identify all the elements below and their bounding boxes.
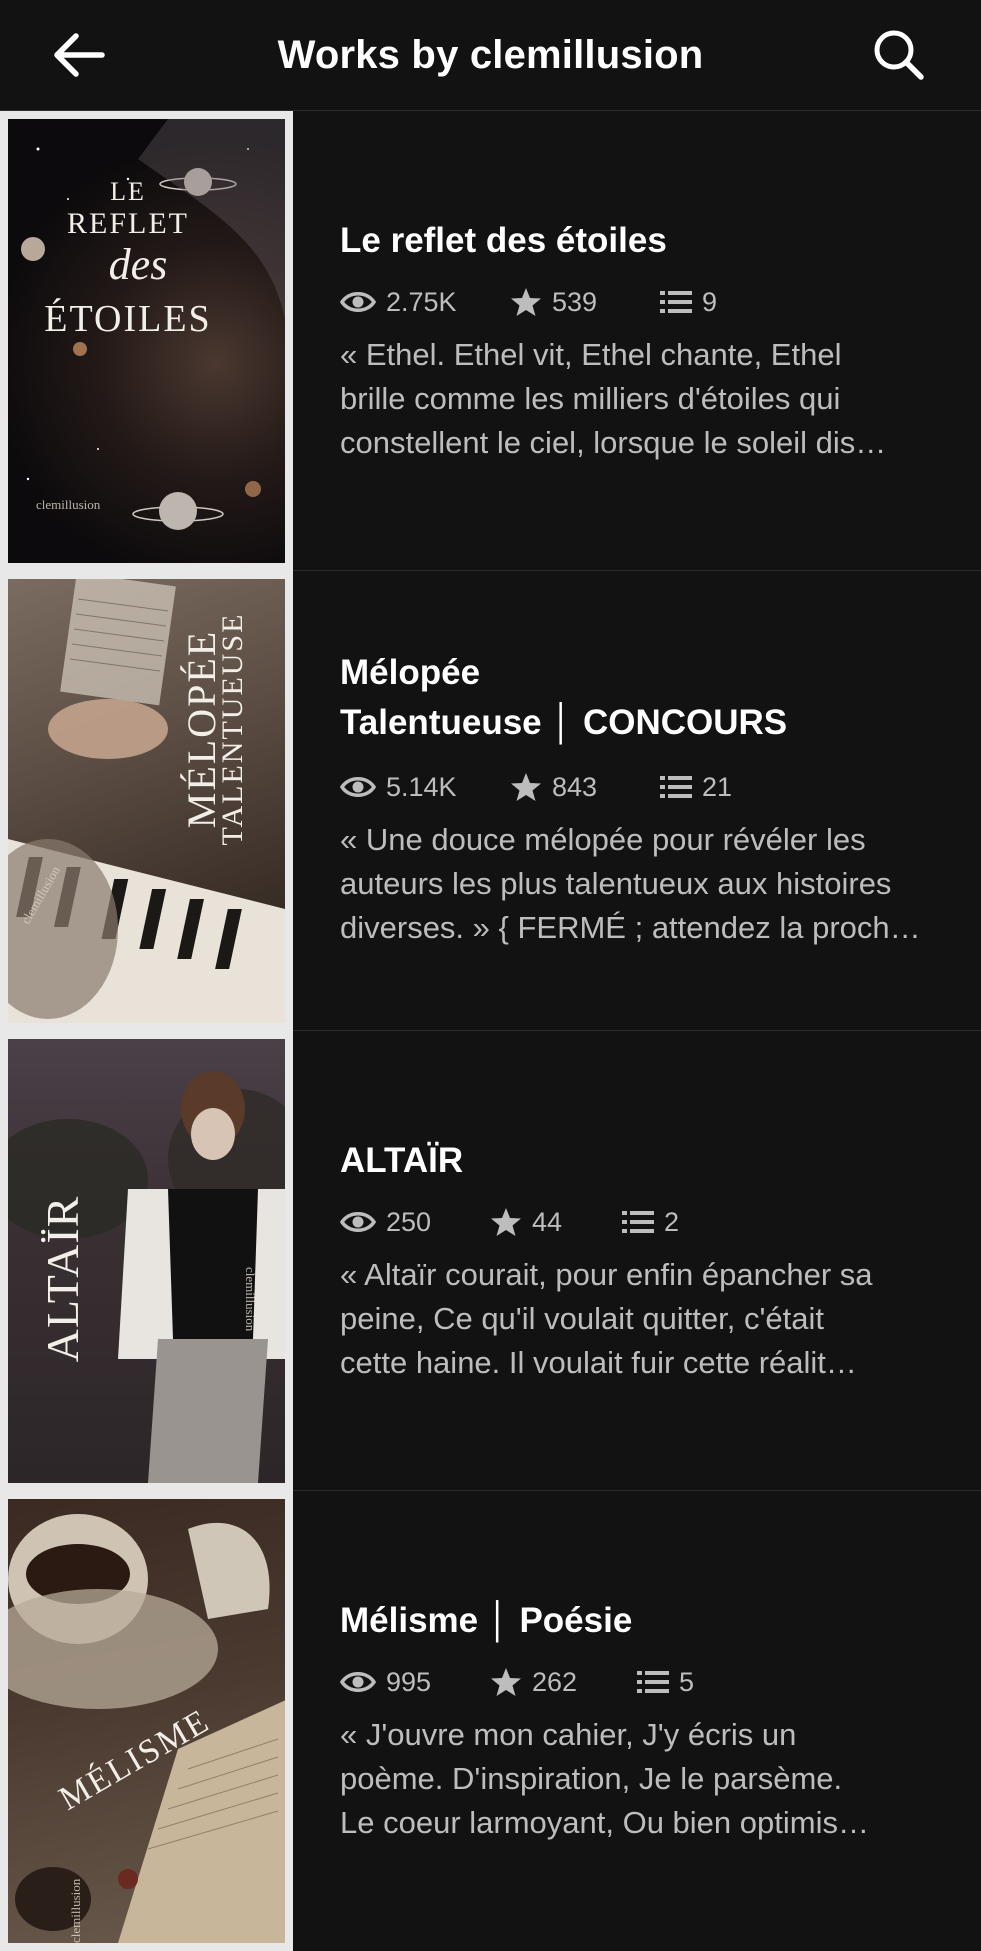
- story-description: « Ethel. Ethel vit, Ethel chante, Ethel …: [340, 333, 940, 465]
- parts-count: 2: [664, 1206, 680, 1237]
- parts-stat: 5: [637, 1667, 694, 1698]
- cover-signature: clemillusion: [243, 1267, 258, 1332]
- search-button[interactable]: [868, 26, 930, 84]
- star-icon: [511, 288, 541, 316]
- story-title-line: ALTAÏR: [340, 1141, 464, 1180]
- description-line: cette haine. Il voulait fuir cette réali…: [340, 1345, 857, 1380]
- cover-title-line: REFLET: [67, 207, 189, 240]
- description-line: « Ethel. Ethel vit, Ethel chante, Ethel: [340, 337, 842, 372]
- top-bar: Works by clemillusion: [0, 0, 981, 111]
- reads-stat: 5.14K: [340, 772, 510, 803]
- story-item[interactable]: MÉLISME clemillusion Mélisme │ Poésie 99…: [0, 1491, 981, 1951]
- story-description: « J'ouvre mon cahier, J'y écris un poème…: [340, 1713, 940, 1845]
- story-info: Mélisme │ Poésie 995 262 5 « J'ouvre mon…: [340, 1491, 950, 1951]
- parts-count: 5: [679, 1666, 695, 1697]
- reads-count: 995: [386, 1666, 432, 1697]
- story-info: ALTAÏR 250 44 2 « Altaïr courait, pour e…: [340, 1031, 950, 1491]
- eye-icon: [340, 1672, 376, 1692]
- story-title[interactable]: ALTAÏR: [340, 1136, 463, 1186]
- description-line: diverses. » { FERMÉ ; attendez la proch…: [340, 910, 921, 945]
- list-icon: [622, 1211, 654, 1233]
- description-line: constellent le ciel, lorsque le soleil d…: [340, 425, 887, 460]
- votes-stat: 843: [510, 772, 660, 803]
- description-line: Le coeur larmoyant, Ou bien optimis…: [340, 1805, 869, 1840]
- list-icon: [637, 1671, 669, 1693]
- votes-count: 843: [552, 771, 598, 802]
- page-title: Works by clemillusion: [277, 33, 704, 77]
- list-icon: [660, 776, 692, 798]
- reads-stat: 250: [340, 1207, 490, 1238]
- cover-image: MÉLOPÉE TALENTUEUSE clemillusion: [8, 579, 285, 1023]
- reads-count: 2.75K: [386, 286, 457, 317]
- parts-stat: 21: [660, 772, 732, 803]
- story-cover[interactable]: ALTAÏR clemillusion: [0, 1031, 293, 1491]
- parts-stat: 9: [660, 287, 717, 318]
- story-description: « Altaïr courait, pour enfin épancher sa…: [340, 1253, 940, 1385]
- reads-count: 5.14K: [386, 771, 457, 802]
- cover-decoration: [8, 1514, 285, 1943]
- cover-signature: clemillusion: [68, 1878, 83, 1943]
- story-stats: 2.75K 539 9: [340, 282, 717, 322]
- cover-image: MÉLISME clemillusion: [8, 1499, 285, 1943]
- story-info: Mélopée Talentueuse │ CONCOURS 5.14K 843…: [340, 571, 950, 1031]
- cover-title-line: TALENTUEUSE: [216, 612, 249, 846]
- arrow-left-icon: [54, 33, 105, 77]
- story-description: « Une douce mélopée pour révéler les aut…: [340, 818, 940, 950]
- list-icon: [660, 291, 692, 313]
- eye-icon: [340, 1212, 376, 1232]
- star-icon: [491, 1208, 521, 1236]
- parts-count: 9: [702, 286, 718, 317]
- description-line: brille comme les milliers d'étoiles qui: [340, 381, 841, 416]
- votes-stat: 44: [490, 1207, 622, 1238]
- cover-title-line: ALTAÏR: [37, 1195, 88, 1363]
- story-stats: 5.14K 843 21: [340, 767, 732, 807]
- story-info: Le reflet des étoiles 2.75K 539 9 « Ethe…: [340, 111, 950, 571]
- parts-count: 21: [702, 771, 733, 802]
- story-cover[interactable]: LE REFLET des ÉTOILES clemillusion: [0, 111, 293, 571]
- eye-icon: [340, 292, 376, 312]
- description-line: poème. D'inspiration, Je le parsème.: [340, 1761, 843, 1796]
- reads-stat: 2.75K: [340, 287, 510, 318]
- story-item[interactable]: MÉLOPÉE TALENTUEUSE clemillusion Mélopée…: [0, 571, 981, 1031]
- star-icon: [511, 773, 541, 801]
- story-cover[interactable]: MÉLOPÉE TALENTUEUSE clemillusion: [0, 571, 293, 1031]
- star-icon: [491, 1668, 521, 1696]
- story-title[interactable]: Mélopée Talentueuse │ CONCOURS: [340, 648, 787, 748]
- story-cover[interactable]: MÉLISME clemillusion: [0, 1491, 293, 1951]
- parts-stat: 2: [622, 1207, 679, 1238]
- description-line: auteurs les plus talentueux aux histoire…: [340, 866, 892, 901]
- description-line: « Altaïr courait, pour enfin épancher sa: [340, 1257, 873, 1292]
- story-stats: 995 262 5: [340, 1662, 694, 1702]
- story-title-line: Mélisme │ Poésie: [340, 1601, 633, 1640]
- story-stats: 250 44 2: [340, 1202, 679, 1242]
- reads-count: 250: [386, 1206, 432, 1237]
- description-line: « Une douce mélopée pour révéler les: [340, 822, 866, 857]
- story-list: LE REFLET des ÉTOILES clemillusion Le re…: [0, 111, 981, 1951]
- cover-title-line: LE: [110, 177, 146, 206]
- votes-stat: 262: [490, 1667, 637, 1698]
- story-title-line: Mélopée: [340, 653, 481, 692]
- back-button[interactable]: [48, 26, 110, 84]
- votes-stat: 539: [510, 287, 660, 318]
- search-icon: [874, 30, 924, 80]
- story-item[interactable]: LE REFLET des ÉTOILES clemillusion Le re…: [0, 111, 981, 571]
- votes-count: 44: [532, 1206, 563, 1237]
- story-item[interactable]: ALTAÏR clemillusion ALTAÏR 250 44 2 « Al…: [0, 1031, 981, 1491]
- cover-signature: clemillusion: [36, 497, 101, 512]
- votes-count: 539: [552, 286, 598, 317]
- votes-count: 262: [532, 1666, 578, 1697]
- description-line: peine, Ce qu'il voulait quitter, c'était: [340, 1301, 825, 1336]
- cover-title-line: des: [108, 240, 168, 289]
- cover-title-line: ÉTOILES: [44, 298, 212, 340]
- story-title-line: Le reflet des étoiles: [340, 221, 667, 260]
- story-title[interactable]: Le reflet des étoiles: [340, 216, 667, 266]
- story-title-line: Talentueuse │ CONCOURS: [340, 703, 788, 742]
- eye-icon: [340, 777, 376, 797]
- story-title[interactable]: Mélisme │ Poésie: [340, 1596, 632, 1646]
- reads-stat: 995: [340, 1667, 490, 1698]
- cover-image: ALTAÏR clemillusion: [8, 1039, 285, 1483]
- cover-image: LE REFLET des ÉTOILES clemillusion: [8, 119, 285, 563]
- description-line: « J'ouvre mon cahier, J'y écris un: [340, 1717, 797, 1752]
